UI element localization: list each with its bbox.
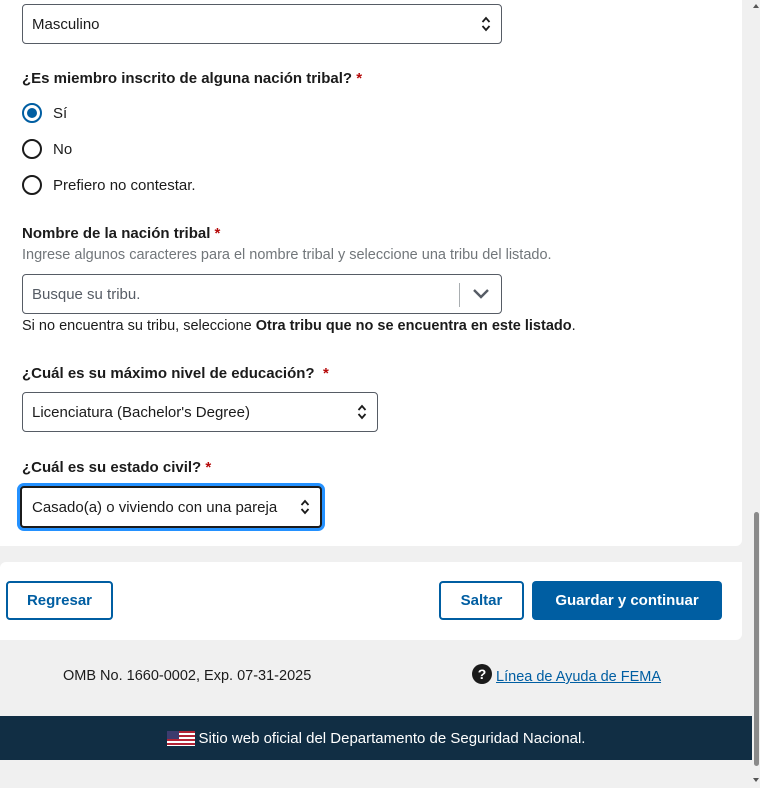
note-suffix: . — [571, 318, 576, 334]
chevron-down-icon — [473, 289, 489, 299]
tribe-name-hint: Ingrese algunos caracteres para el nombr… — [22, 247, 552, 263]
gender-select[interactable]: Masculino — [22, 4, 502, 44]
skip-button[interactable]: Saltar — [439, 581, 524, 620]
svg-text:?: ? — [478, 666, 487, 682]
scroll-down-icon[interactable] — [752, 776, 760, 784]
official-site-text: Sitio web oficial del Departamento de Se… — [198, 729, 586, 747]
radio-button[interactable] — [22, 139, 42, 159]
required-mark: * — [356, 70, 363, 87]
tribe-name-label-text: Nombre de la nación tribal — [22, 225, 211, 242]
radio-button[interactable] — [22, 175, 42, 195]
us-flag-icon — [166, 730, 195, 746]
question-circle-icon: ? — [472, 664, 492, 684]
tribal-member-question-text: ¿Es miembro inscrito de alguna nación tr… — [22, 70, 353, 87]
education-select[interactable]: Licenciatura (Bachelor's Degree) — [22, 392, 378, 432]
tribal-member-question: ¿Es miembro inscrito de alguna nación tr… — [22, 70, 362, 87]
radio-label: Sí — [53, 104, 68, 122]
form-card: Masculino ¿Es miembro inscrito de alguna… — [0, 0, 742, 546]
back-button[interactable]: Regresar — [6, 581, 113, 620]
required-mark: * — [322, 365, 329, 382]
radio-button-checked[interactable] — [22, 103, 42, 123]
gender-select-value: Masculino — [32, 15, 100, 33]
radio-option-no[interactable]: No — [22, 139, 72, 159]
select-arrows-icon — [481, 16, 491, 32]
education-label: ¿Cuál es su máximo nivel de educación? * — [22, 365, 329, 382]
action-bar: Regresar Saltar Guardar y continuar — [0, 562, 742, 640]
omb-number: OMB No. 1660-0002, Exp. 07-31-2025 — [63, 668, 312, 684]
scroll-up-icon[interactable] — [752, 2, 760, 10]
tribe-search-combobox[interactable] — [22, 274, 502, 314]
tribe-not-found-note: Si no encuentra su tribu, seleccione Otr… — [22, 318, 576, 334]
combobox-toggle-button[interactable] — [460, 275, 502, 313]
tribe-search-input[interactable] — [23, 275, 459, 313]
radio-label: No — [53, 140, 73, 158]
select-arrows-icon — [357, 404, 367, 420]
education-label-text: ¿Cuál es su máximo nivel de educación? — [22, 365, 315, 382]
radio-option-prefer-not[interactable]: Prefiero no contestar. — [22, 175, 196, 195]
note-prefix: Si no encuentra su tribu, seleccione — [22, 318, 256, 334]
note-bold: Otra tribu que no se encuentra en este l… — [255, 318, 572, 334]
required-mark: * — [214, 225, 221, 242]
required-mark: * — [205, 459, 212, 476]
radio-option-si[interactable]: Sí — [22, 103, 67, 123]
marital-status-label: ¿Cuál es su estado civil? * — [22, 459, 211, 476]
education-select-value: Licenciatura (Bachelor's Degree) — [32, 403, 250, 421]
tribe-name-label: Nombre de la nación tribal * — [22, 225, 220, 242]
marital-status-select-value: Casado(a) o viviendo con una pareja — [32, 498, 278, 516]
save-continue-button[interactable]: Guardar y continuar — [532, 581, 722, 620]
official-site-banner: Sitio web oficial del Departamento de Se… — [0, 716, 752, 760]
select-arrows-icon — [300, 499, 310, 515]
fema-helpline-link[interactable]: ? Línea de Ayuda de FEMA — [472, 664, 662, 689]
marital-status-label-text: ¿Cuál es su estado civil? — [22, 459, 202, 476]
radio-label: Prefiero no contestar. — [53, 176, 196, 194]
scrollbar-thumb[interactable] — [754, 512, 759, 766]
marital-status-select[interactable]: Casado(a) o viviendo con una pareja — [20, 486, 322, 528]
fema-helpline-link-text[interactable]: Línea de Ayuda de FEMA — [496, 669, 661, 685]
